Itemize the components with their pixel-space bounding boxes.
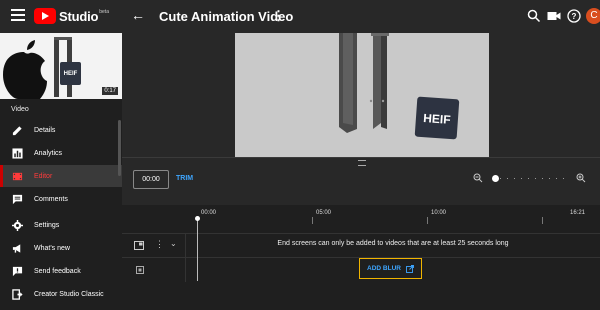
ruler-label: 05:00 [316,210,332,216]
external-link-icon [406,264,414,273]
sidebar-scrollbar[interactable] [118,120,121,176]
create-video-icon[interactable] [546,8,562,24]
zoom-in-icon[interactable] [576,173,586,183]
sidebar-item-label: Send feedback [34,267,81,275]
video-frame-image: HEIF [235,33,489,157]
sidebar-section-label: Video [11,106,29,113]
duration-badge: 0:17 [102,87,118,95]
sidebar-item-label: Editor [34,172,53,180]
ruler-tick [542,217,543,224]
film-icon [11,170,23,182]
sidebar-item-label: What's new [34,244,70,252]
zoom-slider-handle[interactable] [492,175,499,182]
help-icon[interactable]: ? [566,8,582,24]
video-thumbnail[interactable]: HEIF 0:17 [0,33,122,99]
sidebar: HEIF 0:17 Video Details Analytics Editor… [0,33,122,310]
playhead[interactable] [197,218,198,281]
zoom-slider-track[interactable] [493,178,565,179]
panel-divider [122,157,600,158]
more-options-icon[interactable]: ⋮ [272,8,285,24]
logo-text: Studio [59,8,99,24]
comment-icon [11,193,23,205]
ruler-tick [427,217,428,224]
avatar[interactable]: C [586,8,600,24]
player-area: HEIF [122,33,600,157]
ruler-label: 16:21 [570,210,586,216]
end-screen-track-header: ⋮ ⌄ [122,234,186,258]
gear-icon [11,219,23,231]
chevron-down-icon[interactable]: ⌄ [170,239,177,248]
top-bar: Studio beta ← Cute Animation Video ⋮ ? C [0,0,600,33]
sidebar-item-label: Creator Studio Classic [34,290,104,298]
sidebar-item-label: Details [34,126,56,134]
zoom-out-icon[interactable] [473,173,483,183]
trim-button[interactable]: TRIM [176,175,193,182]
video-heif-text: HEIF [423,111,451,127]
sidebar-item-details[interactable]: Details [0,119,122,141]
blur-icon[interactable] [136,266,144,274]
beta-badge: beta [99,9,109,15]
video-preview[interactable]: HEIF [235,33,489,157]
sidebar-item-label: Settings [34,221,60,229]
youtube-play-icon [34,8,56,24]
megaphone-icon [11,242,23,254]
bar-chart-icon [11,147,23,159]
sidebar-item-whats-new[interactable]: What's new [0,237,122,259]
menu-icon[interactable] [11,9,25,21]
sidebar-item-settings[interactable]: Settings [0,214,122,236]
playhead-handle[interactable] [195,216,200,221]
track-more-icon[interactable]: ⋮ [155,239,164,250]
end-screen-icon[interactable] [134,241,144,250]
timeline-empty-area [122,282,600,310]
exit-icon [11,288,23,300]
sidebar-item-send-feedback[interactable]: Send feedback [0,260,122,282]
sidebar-item-analytics[interactable]: Analytics [0,142,122,164]
resize-handle[interactable] [358,160,366,166]
ruler-tick [312,217,313,224]
thumbnail-heif-text: HEIF [64,71,78,77]
sidebar-item-comments[interactable]: Comments [0,188,122,210]
feedback-icon [11,265,23,277]
pencil-icon [11,124,23,136]
ruler-label: 00:00 [201,210,217,216]
studio-logo[interactable]: Studio beta [34,8,109,24]
add-blur-button[interactable]: ADD BLUR [359,258,422,279]
sidebar-item-creator-studio-classic[interactable]: Creator Studio Classic [0,283,122,305]
sidebar-item-label: Comments [34,195,68,203]
search-icon[interactable] [526,8,542,24]
end-screen-message: End screens can only be added to videos … [277,240,509,247]
ruler-label: 10:00 [431,210,447,216]
svg-text:?: ? [572,12,577,21]
timeline-ruler[interactable] [122,205,600,233]
back-arrow-icon[interactable]: ← [131,7,145,23]
sidebar-item-label: Analytics [34,149,63,157]
add-blur-label: ADD BLUR [367,265,401,272]
sidebar-item-editor[interactable]: Editor [0,165,122,187]
time-input[interactable]: 00:00 [133,170,169,189]
blur-track-header [122,258,186,282]
